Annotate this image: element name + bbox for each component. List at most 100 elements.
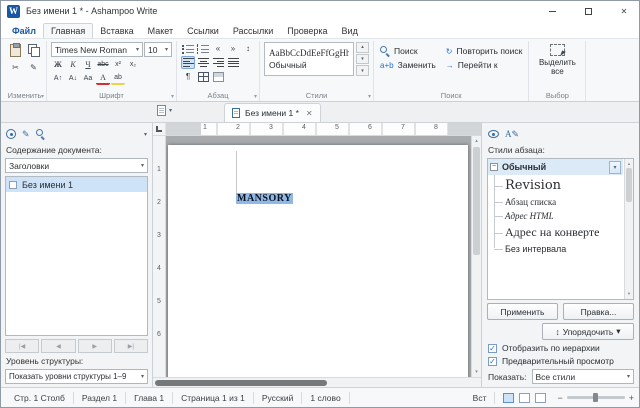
print-layout-view-button[interactable]	[503, 393, 514, 403]
zoom-out-button[interactable]: −	[557, 393, 562, 403]
selected-text[interactable]: MANSORY	[236, 193, 293, 204]
menu-mailings[interactable]: Рассылки	[226, 24, 280, 38]
menu-home[interactable]: Главная	[43, 23, 93, 38]
vertical-ruler[interactable]: 1 2 3 4 5 6	[153, 136, 166, 377]
styles-scrollbar[interactable]: ▴ ▾	[624, 159, 633, 299]
search-icon[interactable]	[36, 129, 46, 139]
style-dropdown-button[interactable]: ▾	[609, 161, 621, 174]
select-all-button[interactable]: Выделить все	[533, 42, 581, 76]
dialog-launcher-icon[interactable]: ▾	[171, 93, 174, 100]
apply-style-button[interactable]: Применить	[487, 303, 558, 320]
navigate-icon[interactable]	[6, 129, 16, 139]
nav-prev-button[interactable]: ◀	[41, 339, 75, 353]
align-right-button[interactable]	[211, 56, 225, 69]
style-item-envelope-address[interactable]: Адрес на конверте	[488, 223, 623, 242]
nav-next-button[interactable]: ▶	[78, 339, 112, 353]
item-checkbox[interactable]	[9, 181, 17, 189]
outline-level-select[interactable]: Показать уровни структуры 1–9 ▾	[5, 369, 148, 384]
close-tab-icon[interactable]: ✕	[306, 109, 313, 118]
maximize-button[interactable]	[573, 1, 603, 21]
menu-file[interactable]: Файл	[5, 24, 43, 38]
preview-checkbox-row[interactable]: ✓ Предварительный просмотр	[487, 356, 634, 366]
shrink-font-button[interactable]: А↓	[66, 72, 80, 85]
hierarchy-checkbox-row[interactable]: ✓ Отобразить по иерархии	[487, 343, 634, 353]
find-button[interactable]: Поиск	[380, 46, 436, 56]
edit-style-button[interactable]: Правка...	[563, 303, 634, 320]
replace-button[interactable]: a+bЗаменить	[380, 60, 436, 70]
goto-button[interactable]: →Перейти к	[446, 60, 523, 70]
edit-outline-icon[interactable]: ✎	[22, 129, 30, 140]
document-page-icon[interactable]	[157, 105, 166, 116]
document-tab[interactable]: Без имени 1 * ✕	[224, 103, 321, 122]
change-case-button[interactable]: Аа	[81, 72, 95, 85]
outline-filter-select[interactable]: Заголовки ▾	[5, 158, 148, 173]
shading-button[interactable]	[211, 70, 225, 83]
minimize-button[interactable]	[537, 1, 567, 21]
numbered-list-button[interactable]	[196, 42, 210, 55]
line-spacing-button[interactable]: ↕	[241, 42, 255, 55]
menu-view[interactable]: Вид	[335, 24, 365, 38]
menu-insert[interactable]: Вставка	[93, 24, 140, 38]
subscript-button[interactable]: x₂	[126, 58, 140, 71]
styles-scroll-up-button[interactable]: ▴	[356, 42, 369, 53]
style-item-no-spacing[interactable]: Без интервала	[488, 242, 623, 256]
font-family-select[interactable]: Times New Roman ▾	[51, 42, 143, 57]
dialog-launcher-icon[interactable]: ▾	[368, 93, 371, 100]
styles-scroll-down-button[interactable]: ▾	[356, 54, 369, 65]
repeat-search-button[interactable]: ↻Повторить поиск	[446, 46, 523, 56]
pilcrow-button[interactable]: ¶	[181, 70, 195, 83]
styles-gallery-expand-button[interactable]: ▾	[356, 65, 369, 76]
align-justify-button[interactable]	[226, 56, 240, 69]
zoom-slider-thumb[interactable]	[593, 393, 598, 402]
style-edit-icon[interactable]: А✎	[505, 129, 519, 140]
nav-first-button[interactable]: |◀	[5, 339, 39, 353]
underline-button[interactable]: Ч	[81, 58, 95, 71]
style-gallery-item[interactable]: AaBbCcDdEeFfGgHhIiJj Обычный	[264, 42, 354, 76]
outdent-button[interactable]: «	[211, 42, 225, 55]
arrange-button[interactable]: ↕Упорядочить▾	[542, 323, 634, 340]
highlight-button[interactable]: ab	[111, 72, 125, 85]
scrollbar-thumb[interactable]	[626, 168, 632, 202]
menu-references[interactable]: Ссылки	[180, 24, 226, 38]
vertical-scrollbar[interactable]: ▴ ▾	[471, 136, 481, 377]
italic-button[interactable]: К	[66, 58, 80, 71]
borders-button[interactable]	[196, 70, 210, 83]
copy-button[interactable]	[26, 44, 41, 57]
grow-font-button[interactable]: А↑	[51, 72, 65, 85]
indent-button[interactable]: »	[226, 42, 240, 55]
scroll-down-icon[interactable]: ▾	[625, 291, 633, 297]
style-item-list-paragraph[interactable]: Абзац списка	[488, 195, 623, 209]
style-item-html-address[interactable]: Адрес HTML	[488, 209, 623, 223]
font-size-select[interactable]: 10 ▾	[144, 42, 172, 57]
style-item-revision[interactable]: Revision	[488, 176, 623, 195]
tab-stop-selector-icon[interactable]	[156, 126, 162, 132]
chevron-down-icon[interactable]: ▾	[169, 107, 172, 114]
cut-button[interactable]: ✂	[9, 61, 23, 74]
preview-eye-icon[interactable]	[488, 130, 499, 138]
document-canvas[interactable]: MANSORY	[166, 136, 471, 377]
horizontal-ruler[interactable]: 1 2 3 4 5 6 7 8	[153, 123, 481, 136]
collapse-icon[interactable]: −	[490, 163, 498, 171]
menu-layout[interactable]: Макет	[141, 24, 180, 38]
show-styles-select[interactable]: Все стили ▾	[532, 369, 635, 384]
horizontal-scrollbar[interactable]	[153, 377, 481, 387]
draft-view-button[interactable]	[535, 393, 546, 403]
align-center-button[interactable]	[196, 56, 210, 69]
preview-checkbox[interactable]: ✓	[488, 357, 497, 366]
zoom-in-button[interactable]: +	[629, 393, 634, 403]
menu-review[interactable]: Проверка	[280, 24, 334, 38]
zoom-slider[interactable]	[567, 396, 625, 399]
status-language[interactable]: Русский	[254, 392, 303, 404]
scroll-up-icon[interactable]: ▴	[472, 138, 481, 144]
close-button[interactable]: ✕	[609, 1, 639, 21]
align-left-button[interactable]	[181, 56, 195, 69]
hierarchy-checkbox[interactable]: ✓	[488, 344, 497, 353]
paste-button[interactable]	[9, 44, 23, 57]
nav-last-button[interactable]: ▶|	[114, 339, 148, 353]
document-page[interactable]: MANSORY	[168, 145, 468, 377]
format-painter-button[interactable]: ✎	[27, 61, 41, 74]
superscript-button[interactable]: x²	[111, 58, 125, 71]
list-item[interactable]: Без имени 1	[6, 177, 147, 192]
web-layout-view-button[interactable]	[519, 393, 530, 403]
scrollbar-thumb[interactable]	[473, 147, 480, 255]
